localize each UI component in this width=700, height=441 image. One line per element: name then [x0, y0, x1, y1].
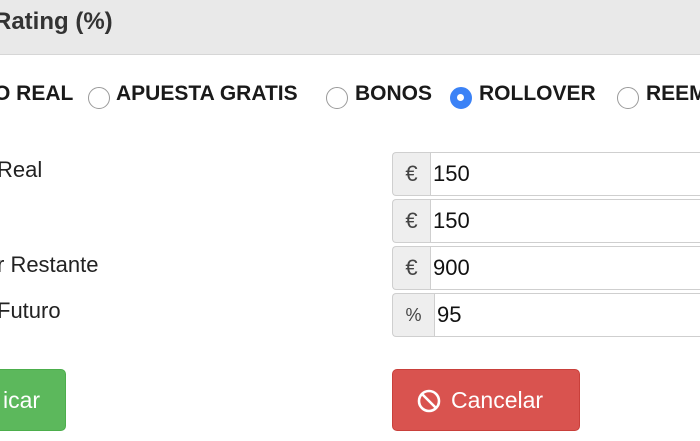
cancel-button-label: Cancelar [451, 387, 544, 413]
radio-apuesta-gratis[interactable] [88, 87, 110, 109]
bet-type-radio-group: O REAL APUESTA GRATIS BONOS ROLLOVER REE… [0, 78, 700, 118]
futuro-input[interactable]: 95 [434, 293, 700, 337]
field-label-real: Real [0, 157, 43, 182]
apply-button-label: icar [3, 387, 41, 413]
radio-label-reem[interactable]: REEM [646, 82, 700, 106]
radio-label-bonos[interactable]: BONOS [355, 82, 432, 106]
radio-label-apuesta-gratis[interactable]: APUESTA GRATIS [116, 82, 298, 106]
field-label-futuro: Futuro [0, 298, 61, 323]
euro-addon: € [392, 246, 430, 290]
ban-icon [417, 389, 441, 413]
panel-title: Rating (%) [0, 8, 113, 35]
percent-addon: % [392, 293, 434, 337]
radio-rollover[interactable] [450, 87, 472, 109]
real-input[interactable]: 150 [430, 152, 700, 196]
apply-button[interactable]: icar [0, 369, 66, 431]
euro-addon: € [392, 152, 430, 196]
amount-input[interactable]: 150 [430, 199, 700, 243]
panel-header: Rating (%) [0, 0, 700, 55]
euro-addon: € [392, 199, 430, 243]
radio-label-rollover[interactable]: ROLLOVER [479, 82, 596, 106]
field-label-restante: r Restante [0, 252, 99, 277]
radio-label-real[interactable]: O REAL [0, 82, 73, 106]
radio-reem[interactable] [617, 87, 639, 109]
cancel-button[interactable]: Cancelar [392, 369, 580, 431]
radio-bonos[interactable] [326, 87, 348, 109]
restante-input[interactable]: 900 [430, 246, 700, 290]
